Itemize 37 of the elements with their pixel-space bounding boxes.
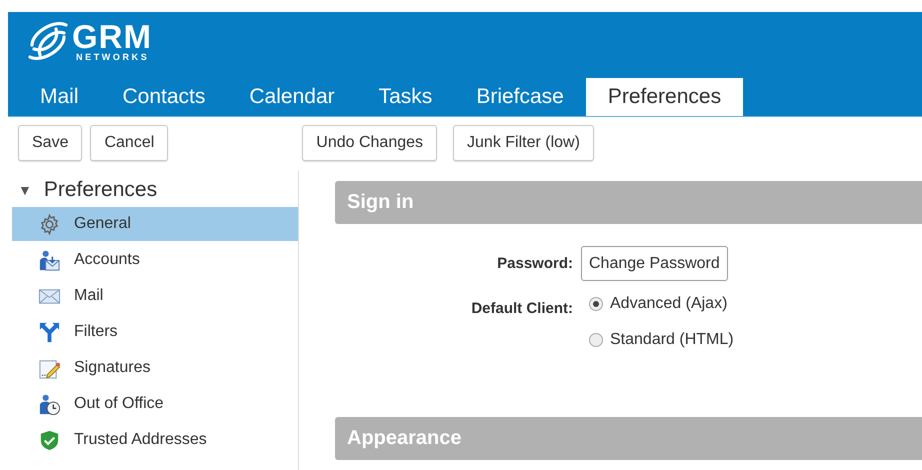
gear-icon [38,212,61,236]
field-label: Default Client: [470,299,573,319]
nav-tab[interactable]: Contacts [100,78,228,116]
tree-header[interactable]: ▼ Preferences [12,179,298,201]
section-header: Sign in [335,181,922,224]
change-password-button[interactable]: Change Password [581,246,728,281]
shield-check-icon [38,428,61,452]
logo-subtitle: NETWORKS [76,53,150,62]
nav-tab[interactable]: Tasks [356,78,454,116]
fork-arrow-icon [38,320,61,344]
radio-button[interactable] [589,333,603,347]
person-clock-icon [38,392,61,416]
sidebar-item[interactable]: Accounts [12,243,298,277]
section-header: Appearance [335,417,922,460]
sidebar-item[interactable]: Signatures [12,351,298,385]
sidebar-item[interactable]: Filters [12,315,298,349]
sidebar-item[interactable]: Mail [12,279,298,313]
nav-tab[interactable]: Mail [18,78,101,116]
expand-arrow-icon[interactable]: ▼ [18,182,32,198]
toolbar-button[interactable]: Save [18,125,82,161]
nav-tab[interactable]: Briefcase [454,78,586,116]
radio-label[interactable]: Advanced (Ajax) [610,295,728,313]
logo-wordmark: GRM [72,20,152,53]
person-envelope-icon [38,248,61,272]
radio-label[interactable]: Standard (HTML) [610,331,734,349]
toolbar-button[interactable]: Undo Changes [302,125,438,161]
toolbar-button[interactable]: Cancel [90,125,168,161]
sidebar-item[interactable]: General [12,207,298,241]
toolbar-button[interactable]: Junk Filter (low) [453,125,594,161]
nav-tab[interactable]: Preferences [586,78,744,116]
nav-tab[interactable]: Calendar [227,78,357,116]
logo-swirl-icon [26,21,70,61]
field-label: Password: [496,254,573,274]
radio-button[interactable] [589,297,603,311]
sidebar-item[interactable]: Trusted Addresses [12,423,298,457]
sidebar-item[interactable]: Out of Office [12,387,298,421]
tree-title: Preferences [44,178,158,202]
